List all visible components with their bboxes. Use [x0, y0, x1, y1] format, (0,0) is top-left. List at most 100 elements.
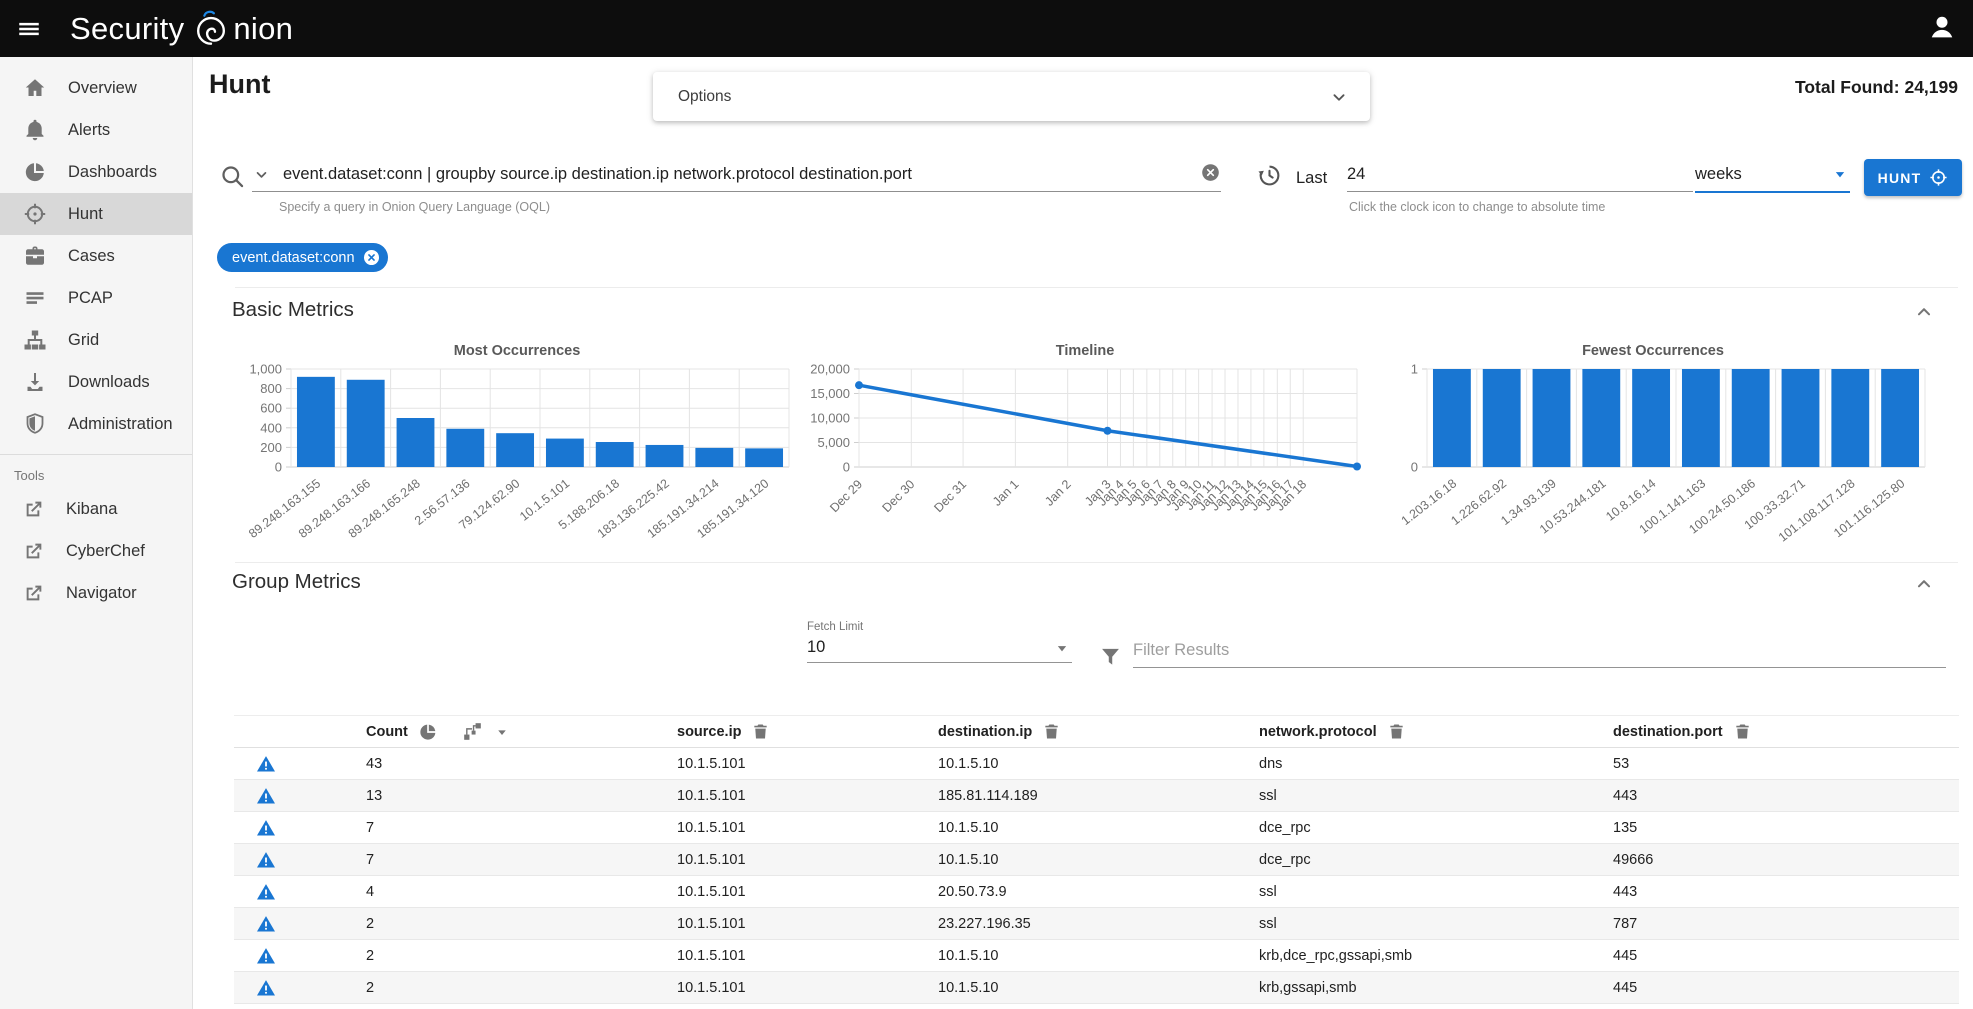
user-avatar-icon[interactable] — [1927, 12, 1957, 45]
options-expander[interactable]: Options — [653, 72, 1370, 121]
bar[interactable] — [1682, 369, 1720, 467]
sidebar-tool-cyberchef[interactable]: CyberChef — [0, 530, 192, 572]
cell-destination-ip: 23.227.196.35 — [922, 908, 1243, 940]
total-found-label: Total Found: — [1795, 77, 1900, 97]
bar[interactable] — [646, 445, 684, 467]
row-actions-cell — [234, 812, 356, 844]
most-occurrences-chart: 02004006008001,00089.248.163.15589.248.1… — [241, 361, 793, 551]
sidebar-item-administration[interactable]: Administration — [0, 403, 192, 445]
sidebar-item-alerts[interactable]: Alerts — [0, 109, 192, 151]
sidebar-tool-kibana[interactable]: Kibana — [0, 488, 192, 530]
sidebar-item-downloads[interactable]: Downloads — [0, 361, 192, 403]
sidebar-item-overview[interactable]: Overview — [0, 67, 192, 109]
data-point[interactable] — [1104, 427, 1112, 435]
sidebar-item-hunt[interactable]: Hunt — [0, 193, 192, 235]
warning-triangle-icon[interactable] — [256, 914, 276, 934]
sidebar-main-list: OverviewAlertsDashboardsHunt Cases PCAP Gri… — [0, 67, 192, 445]
warning-triangle-icon[interactable] — [256, 978, 276, 998]
cell-network-protocol: ssl — [1243, 876, 1597, 908]
sidebar-item-grid[interactable]: Grid — [0, 319, 192, 361]
bar[interactable] — [1782, 369, 1820, 467]
svg-text:Jan 1: Jan 1 — [990, 477, 1022, 509]
clock-history-icon[interactable] — [1257, 163, 1282, 191]
remove-column-icon[interactable] — [1042, 722, 1061, 741]
bar[interactable] — [347, 380, 385, 467]
column-header-destination-port: destination.port — [1597, 716, 1959, 748]
cell-destination-ip: 10.1.5.10 — [922, 940, 1243, 972]
bar[interactable] — [1582, 369, 1620, 467]
bar[interactable] — [1433, 369, 1471, 467]
data-point[interactable] — [855, 381, 863, 389]
warning-triangle-icon[interactable] — [256, 786, 276, 806]
remove-column-icon[interactable] — [1733, 722, 1752, 741]
warning-triangle-icon[interactable] — [256, 754, 276, 774]
bar[interactable] — [297, 377, 335, 467]
cell-Count: 2 — [356, 908, 661, 940]
search-input[interactable] — [283, 165, 1200, 184]
fewest-occurrences-chart: 011.203.16.181.226.62.921.34.93.13910.53… — [1377, 361, 1929, 551]
bar[interactable] — [745, 448, 783, 467]
hamburger-menu-icon[interactable] — [0, 16, 58, 42]
cell-Count: 13 — [356, 780, 661, 812]
row-actions-cell — [234, 876, 356, 908]
sidebar: OverviewAlertsDashboardsHunt Cases PCAP Gri… — [0, 57, 193, 1009]
query-history-chevron-icon[interactable] — [252, 165, 271, 184]
external-link-icon — [23, 540, 45, 562]
filter-results-input[interactable] — [1133, 633, 1946, 667]
filter-funnel-icon — [1099, 645, 1122, 668]
bar[interactable] — [1732, 369, 1770, 467]
cell-network-protocol: dns — [1243, 748, 1597, 780]
warning-triangle-icon[interactable] — [256, 882, 276, 902]
sidebar-item-label: Cases — [68, 247, 115, 266]
bar[interactable] — [496, 433, 534, 467]
sidebar-item-pcap[interactable]: PCAP — [0, 277, 192, 319]
caret-down-icon[interactable] — [493, 723, 511, 741]
clear-query-icon[interactable] — [1200, 162, 1221, 186]
time-unit-select[interactable]: weeks — [1695, 157, 1850, 193]
filter-chip[interactable]: event.dataset:conn — [217, 243, 388, 272]
bar[interactable] — [1881, 369, 1919, 467]
bar[interactable] — [1632, 369, 1670, 467]
sidebar-tool-navigator[interactable]: Navigator — [0, 572, 192, 614]
duration-input[interactable] — [1347, 157, 1693, 191]
duration-hint: Click the clock icon to change to absolu… — [1349, 200, 1605, 214]
bar[interactable] — [397, 418, 435, 467]
filter-results-field — [1133, 633, 1946, 668]
bar[interactable] — [1533, 369, 1571, 467]
warning-triangle-icon[interactable] — [256, 850, 276, 870]
bar[interactable] — [695, 448, 733, 467]
bar[interactable] — [446, 429, 484, 467]
row-actions-cell — [234, 780, 356, 812]
svg-text:800: 800 — [260, 381, 282, 396]
bar[interactable] — [1831, 369, 1869, 467]
sidebar-item-cases[interactable]: Cases — [0, 235, 192, 277]
bar[interactable] — [546, 439, 584, 467]
pcap-icon — [23, 286, 47, 310]
cell-destination-port: 49666 — [1597, 844, 1959, 876]
fetch-limit-label: Fetch Limit — [807, 621, 1072, 633]
svg-text:Dec 30: Dec 30 — [880, 477, 918, 515]
cell-destination-port: 53 — [1597, 748, 1959, 780]
chip-close-icon[interactable] — [362, 248, 381, 267]
sidebar-item-label: PCAP — [68, 289, 113, 308]
warning-triangle-icon[interactable] — [256, 818, 276, 838]
options-label: Options — [678, 88, 731, 106]
svg-text:0: 0 — [843, 460, 850, 475]
hunt-button[interactable]: HUNT — [1864, 159, 1962, 196]
collapse-basic-metrics-icon[interactable] — [1913, 301, 1935, 326]
collapse-group-metrics-icon[interactable] — [1913, 573, 1935, 598]
remove-column-icon[interactable] — [1387, 722, 1406, 741]
warning-triangle-icon[interactable] — [256, 946, 276, 966]
time-unit-value: weeks — [1695, 165, 1742, 184]
sidebar-item-dashboards[interactable]: Dashboards — [0, 151, 192, 193]
cell-destination-ip: 10.1.5.10 — [922, 972, 1243, 1004]
graph-toggle-icon[interactable] — [462, 721, 483, 742]
crosshairs-icon — [23, 202, 47, 226]
remove-column-icon[interactable] — [751, 722, 770, 741]
pie-chart-toggle-icon[interactable] — [418, 722, 438, 742]
bar[interactable] — [596, 442, 634, 467]
fetch-limit-select[interactable]: Fetch Limit 10 — [807, 621, 1072, 663]
cell-Count: 2 — [356, 940, 661, 972]
data-point[interactable] — [1353, 463, 1361, 471]
bar[interactable] — [1483, 369, 1521, 467]
